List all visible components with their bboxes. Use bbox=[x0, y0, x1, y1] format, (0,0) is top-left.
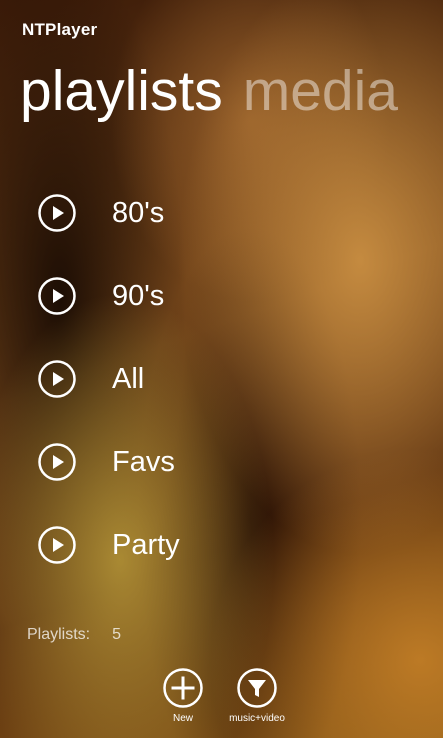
new-button[interactable]: New bbox=[143, 668, 223, 724]
list-item-label: Party bbox=[112, 528, 180, 561]
play-icon[interactable] bbox=[38, 359, 76, 398]
pivot-tab-playlists[interactable]: playlists bbox=[20, 56, 223, 126]
app-bar: New music+video bbox=[0, 668, 443, 738]
list-item-label: All bbox=[112, 362, 145, 395]
list-item[interactable]: 90's bbox=[38, 254, 398, 337]
list-item[interactable]: 80's bbox=[38, 171, 398, 254]
list-item-label: Favs bbox=[112, 445, 175, 478]
play-icon[interactable] bbox=[38, 276, 76, 315]
list-item[interactable]: Favs bbox=[38, 420, 398, 503]
list-item-label: 90's bbox=[112, 279, 165, 312]
filter-icon[interactable] bbox=[237, 668, 277, 708]
list-item-label: 80's bbox=[112, 196, 165, 229]
playlist-count-label: Playlists: bbox=[27, 626, 91, 643]
app-title: NTPlayer bbox=[22, 20, 98, 39]
music-video-filter-label: music+video bbox=[229, 713, 285, 724]
list-item[interactable]: All bbox=[38, 337, 398, 420]
playlist-list: 80's 90's All Favs Party bbox=[38, 171, 398, 586]
list-item[interactable]: Party bbox=[38, 503, 398, 586]
playlist-count: Playlists: 5 bbox=[27, 626, 121, 644]
play-icon[interactable] bbox=[38, 193, 76, 232]
playlist-count-value: 5 bbox=[112, 626, 122, 643]
music-video-filter-button[interactable]: music+video bbox=[217, 668, 297, 724]
play-icon[interactable] bbox=[38, 525, 76, 564]
pivot-header: playlists media bbox=[20, 56, 418, 126]
pivot-tab-media[interactable]: media bbox=[243, 56, 398, 126]
play-icon[interactable] bbox=[38, 442, 76, 481]
plus-icon[interactable] bbox=[163, 668, 203, 708]
new-button-label: New bbox=[172, 713, 193, 724]
